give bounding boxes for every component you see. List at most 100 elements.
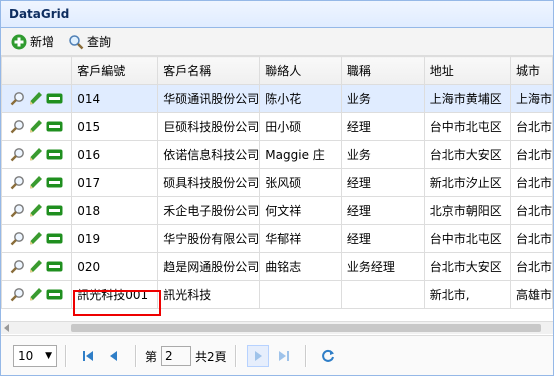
- scroll-left-icon[interactable]: [4, 324, 9, 332]
- page-size-select[interactable]: 10 ▼: [13, 345, 57, 367]
- cell-job-title[interactable]: 经理: [340, 168, 425, 197]
- cell-address[interactable]: 台北市大安区: [423, 252, 511, 281]
- cell-customer-name[interactable]: 訊光科技: [157, 280, 261, 309]
- edit-pencil-icon[interactable]: [28, 175, 43, 190]
- cell-city[interactable]: 高雄市: [509, 280, 553, 309]
- cell-customer-name[interactable]: 禾企电子股份公司: [157, 196, 261, 225]
- edit-pencil-icon[interactable]: [28, 231, 43, 246]
- table-row[interactable]: 訊光科技001 訊光科技 新北市, 高雄市: [1, 280, 553, 309]
- cell-city[interactable]: 台北市: [509, 140, 553, 169]
- cell-customer-id[interactable]: 017: [71, 168, 159, 197]
- cell-contact[interactable]: 华郁祥: [259, 224, 342, 253]
- cell-customer-name[interactable]: 华宁股份有限公司: [157, 224, 261, 253]
- cell-contact[interactable]: 何文祥: [259, 196, 342, 225]
- cell-customer-name[interactable]: 华硕通讯股份公司: [157, 84, 261, 113]
- search-button[interactable]: 查詢: [68, 33, 111, 50]
- delete-minus-icon[interactable]: [46, 120, 63, 133]
- cell-customer-id[interactable]: 018: [71, 196, 159, 225]
- cell-city[interactable]: 台北市: [509, 112, 553, 141]
- zoom-icon[interactable]: [10, 287, 25, 302]
- cell-job-title[interactable]: 业务经理: [340, 252, 425, 281]
- header-contact[interactable]: 聯絡人: [259, 56, 342, 85]
- edit-pencil-icon[interactable]: [28, 147, 43, 162]
- cell-address[interactable]: 新北市,: [423, 280, 511, 309]
- cell-job-title[interactable]: 经理: [340, 224, 425, 253]
- cell-address[interactable]: 上海市黄埔区: [423, 84, 511, 113]
- delete-minus-icon[interactable]: [46, 148, 63, 161]
- cell-customer-name[interactable]: 依诺信息科技公司: [157, 140, 261, 169]
- cell-contact[interactable]: 张风硕: [259, 168, 342, 197]
- zoom-icon[interactable]: [10, 119, 25, 134]
- cell-customer-name[interactable]: 硕具科技股份公司: [157, 168, 261, 197]
- header-address[interactable]: 地址: [423, 56, 511, 85]
- cell-job-title[interactable]: 经理: [340, 112, 425, 141]
- cell-city[interactable]: 台北市: [509, 196, 553, 225]
- delete-minus-icon[interactable]: [46, 288, 63, 301]
- header-city[interactable]: 城市: [509, 56, 553, 85]
- edit-pencil-icon[interactable]: [28, 259, 43, 274]
- grid-body: 客戶編號 客戶名稱 聯絡人 職稱 地址 城市 014 华硕通讯股份公司 陈小花 业务上…: [1, 56, 553, 321]
- prev-page-button[interactable]: [103, 345, 125, 367]
- next-page-button[interactable]: [246, 345, 269, 367]
- table-row[interactable]: 019 华宁股份有限公司 华郁祥 经理 台中市北屯区 台北市: [1, 224, 553, 253]
- cell-job-title[interactable]: [340, 280, 425, 309]
- cell-address[interactable]: 台中市北屯区: [423, 224, 511, 253]
- refresh-button[interactable]: [317, 345, 339, 367]
- table-row[interactable]: 018 禾企电子股份公司 何文祥 经理 北京市朝阳区 台北市: [1, 196, 553, 225]
- zoom-icon[interactable]: [10, 147, 25, 162]
- header-customer-id[interactable]: 客戶編號: [71, 56, 159, 85]
- cell-customer-id[interactable]: 014: [71, 84, 159, 113]
- delete-minus-icon[interactable]: [46, 204, 63, 217]
- zoom-icon[interactable]: [10, 91, 25, 106]
- delete-minus-icon[interactable]: [46, 176, 63, 189]
- table-row[interactable]: 017 硕具科技股份公司 张风硕 经理 新北市汐止区 台北市: [1, 168, 553, 197]
- cell-contact[interactable]: 田小硕: [259, 112, 342, 141]
- zoom-icon[interactable]: [10, 175, 25, 190]
- cell-contact[interactable]: 陈小花: [259, 84, 342, 113]
- cell-customer-id[interactable]: 016: [71, 140, 159, 169]
- cell-address[interactable]: 北京市朝阳区: [423, 196, 511, 225]
- cell-customer-name[interactable]: 巨硕科技股份公司: [157, 112, 261, 141]
- table-row[interactable]: 016 依诺信息科技公司 Maggie 庄业务 台北市大安区 台北市: [1, 140, 553, 169]
- cell-address[interactable]: 新北市汐止区: [423, 168, 511, 197]
- table-row[interactable]: 020 趋是网通股份公司 曲铭志 业务经理 台北市大安区 台北市: [1, 252, 553, 281]
- cell-job-title[interactable]: 业务: [340, 140, 425, 169]
- last-page-button[interactable]: [273, 345, 295, 367]
- cell-contact[interactable]: Maggie 庄: [259, 140, 342, 169]
- table-row[interactable]: 014 华硕通讯股份公司 陈小花 业务 上海市黄埔区 上海市: [1, 84, 553, 113]
- zoom-icon[interactable]: [10, 203, 25, 218]
- edit-pencil-icon[interactable]: [28, 91, 43, 106]
- delete-minus-icon[interactable]: [46, 92, 63, 105]
- edit-pencil-icon[interactable]: [28, 287, 43, 302]
- cell-city[interactable]: 台北市: [509, 224, 553, 253]
- cell-contact[interactable]: [259, 280, 342, 309]
- edit-pencil-icon[interactable]: [28, 119, 43, 134]
- zoom-icon[interactable]: [10, 231, 25, 246]
- scroll-thumb[interactable]: [71, 324, 541, 332]
- cell-job-title[interactable]: 业务: [340, 84, 425, 113]
- cell-customer-id[interactable]: 020: [71, 252, 159, 281]
- page-number-input[interactable]: 2: [161, 346, 192, 366]
- cell-city[interactable]: 台北市: [509, 252, 553, 281]
- first-page-button[interactable]: [77, 345, 99, 367]
- horizontal-scrollbar[interactable]: [1, 321, 553, 334]
- header-customer-name[interactable]: 客戶名稱: [157, 56, 261, 85]
- cell-address[interactable]: 台中市北屯区: [423, 112, 511, 141]
- header-job-title[interactable]: 職稱: [340, 56, 425, 85]
- delete-minus-icon[interactable]: [46, 232, 63, 245]
- cell-customer-id[interactable]: 019: [71, 224, 159, 253]
- cell-city[interactable]: 台北市: [509, 168, 553, 197]
- edit-pencil-icon[interactable]: [28, 203, 43, 218]
- zoom-icon[interactable]: [10, 259, 25, 274]
- cell-contact[interactable]: 曲铭志: [259, 252, 342, 281]
- cell-job-title[interactable]: 经理: [340, 196, 425, 225]
- cell-address[interactable]: 台北市大安区: [423, 140, 511, 169]
- cell-city[interactable]: 上海市: [509, 84, 553, 113]
- cell-customer-id[interactable]: 015: [71, 112, 159, 141]
- cell-customer-name[interactable]: 趋是网通股份公司: [157, 252, 261, 281]
- delete-minus-icon[interactable]: [46, 260, 63, 273]
- cell-customer-id[interactable]: 訊光科技001: [71, 280, 159, 309]
- table-row[interactable]: 015 巨硕科技股份公司 田小硕 经理 台中市北屯区 台北市: [1, 112, 553, 141]
- last-page-icon: [278, 351, 289, 361]
- add-button[interactable]: 新增: [11, 33, 54, 50]
